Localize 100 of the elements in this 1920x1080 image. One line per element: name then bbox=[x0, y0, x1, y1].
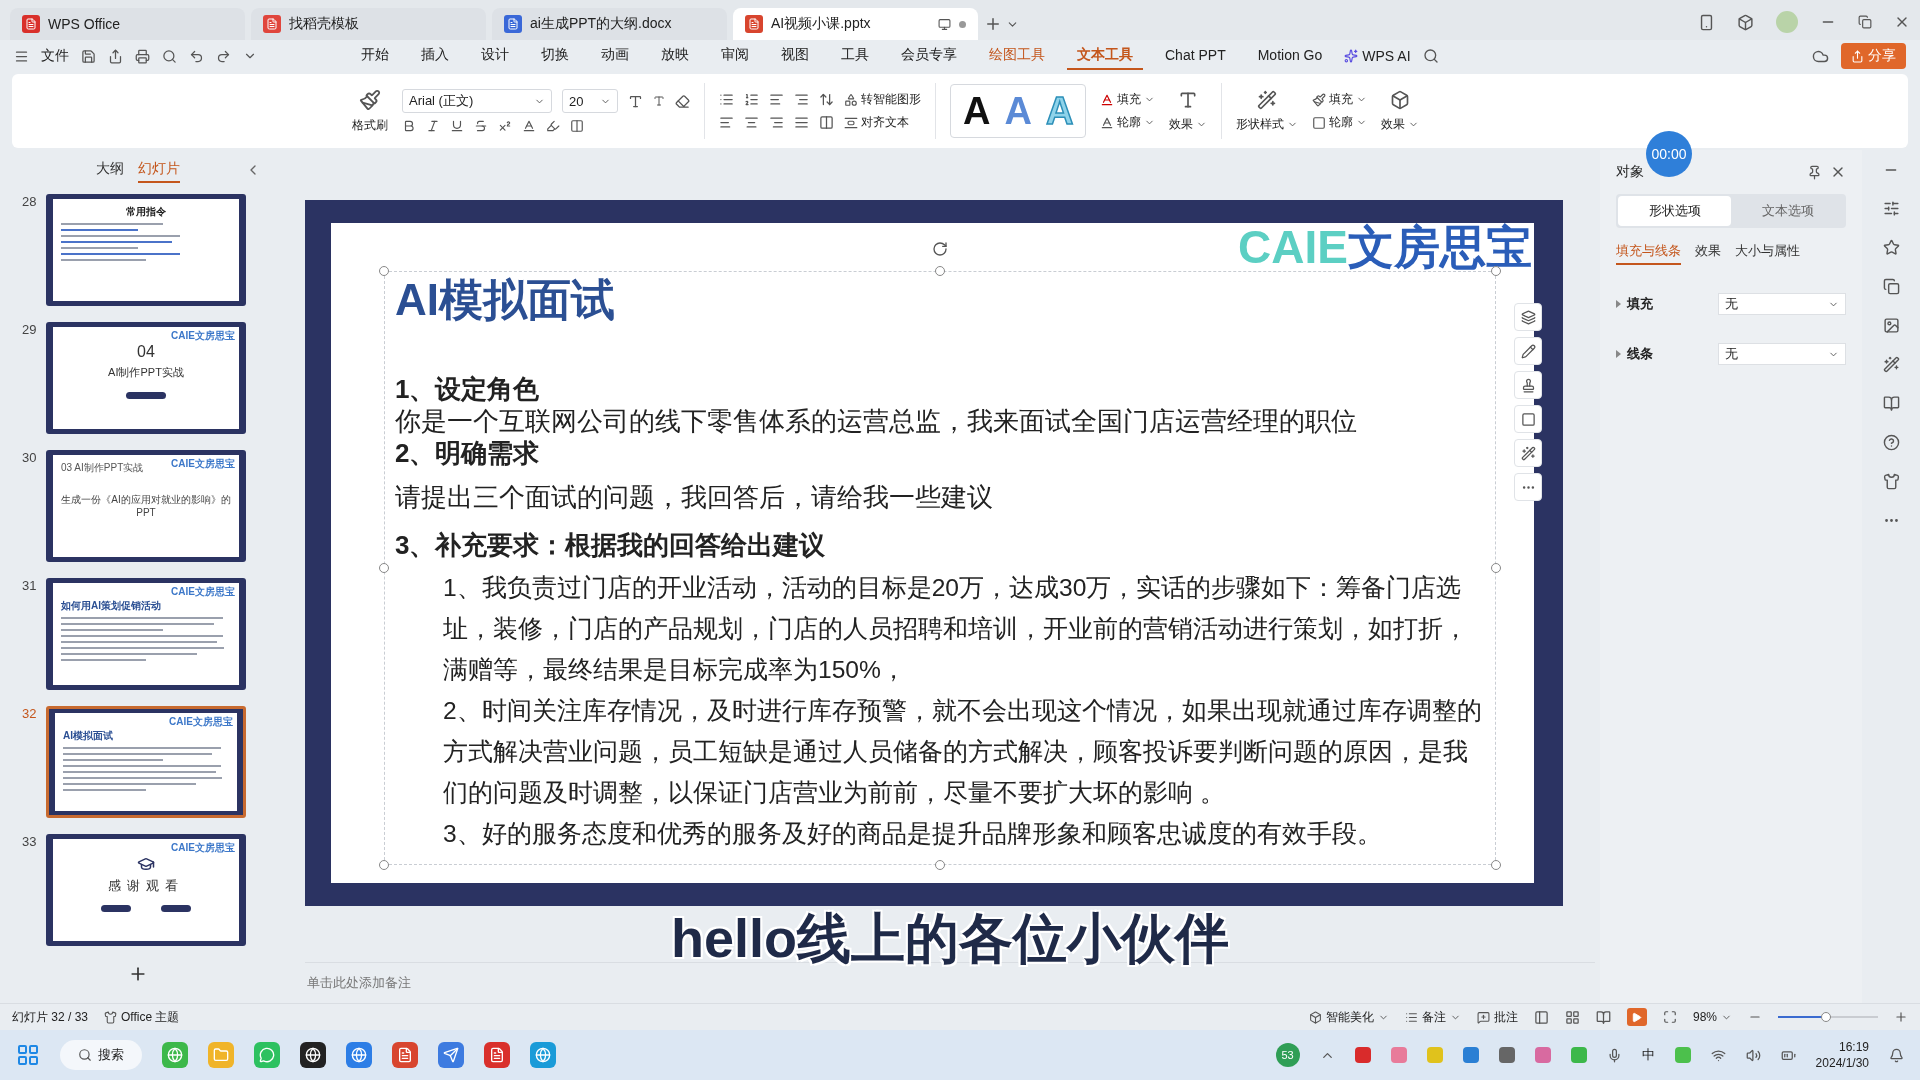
slider-thumb[interactable] bbox=[1821, 1012, 1831, 1022]
ribbon-tab[interactable]: 会员专享 bbox=[891, 42, 967, 70]
resize-handle[interactable] bbox=[1491, 563, 1501, 573]
line-spacing-icon[interactable] bbox=[819, 92, 834, 107]
shape-effect-button[interactable]: 效果 bbox=[1381, 115, 1420, 133]
search-icon[interactable] bbox=[1422, 48, 1439, 64]
text-outline-button[interactable]: 轮廓 bbox=[1100, 114, 1156, 131]
property-tab[interactable]: 大小与属性 bbox=[1735, 242, 1800, 265]
pin-icon[interactable] bbox=[1807, 164, 1822, 180]
text-fill-button[interactable]: 填充 bbox=[1100, 91, 1156, 108]
wifi-icon[interactable] bbox=[1710, 1047, 1726, 1063]
resize-handle[interactable] bbox=[935, 860, 945, 870]
document-tab[interactable]: ai生成PPT的大纲.docx bbox=[492, 8, 727, 40]
font-color-icon[interactable] bbox=[522, 119, 536, 133]
browser-icon[interactable] bbox=[530, 1042, 556, 1068]
ribbon-tab[interactable]: 设计 bbox=[471, 42, 519, 70]
print-preview-icon[interactable] bbox=[162, 48, 177, 64]
columns-icon[interactable] bbox=[819, 115, 834, 130]
box-icon[interactable] bbox=[1737, 13, 1754, 31]
beautify-button[interactable]: 智能美化 bbox=[1308, 1008, 1389, 1026]
size-select[interactable]: 20 bbox=[562, 89, 618, 113]
zoom-slider[interactable] bbox=[1778, 1011, 1878, 1023]
superscript-icon[interactable] bbox=[498, 119, 512, 133]
panel-tab[interactable]: 大纲 bbox=[95, 157, 124, 183]
smart-art-button[interactable]: 转智能图形 bbox=[844, 91, 921, 108]
numbered-list-icon[interactable] bbox=[744, 92, 759, 107]
notes-placeholder[interactable]: 单击此处添加备注 bbox=[307, 974, 411, 992]
play-button[interactable] bbox=[1626, 1008, 1647, 1026]
frame-icon[interactable] bbox=[1514, 405, 1542, 433]
file-menu[interactable]: 文件 bbox=[41, 47, 69, 65]
text-effect-button[interactable]: 效果 bbox=[1169, 115, 1208, 133]
wand-icon[interactable] bbox=[1882, 356, 1900, 373]
slide-thumbnail[interactable]: 03 AI制作PPT实战 生成一份《AI的应用对就业的影响》的PPT CAIE文房思宝 bbox=[46, 450, 246, 562]
print-icon[interactable] bbox=[135, 48, 150, 64]
align-right-icon[interactable] bbox=[794, 92, 809, 107]
document-tab[interactable]: AI视频小课.pptx bbox=[733, 8, 978, 40]
shape-fill-button[interactable]: 填充 bbox=[1312, 91, 1368, 108]
new-tab-icon[interactable] bbox=[984, 15, 1002, 33]
tray-icon[interactable] bbox=[1534, 1047, 1551, 1063]
save-icon[interactable] bbox=[81, 48, 96, 64]
underline-icon[interactable] bbox=[450, 119, 464, 133]
mic-icon[interactable] bbox=[1606, 1047, 1622, 1063]
resize-handle[interactable] bbox=[379, 563, 389, 573]
ribbon-tab[interactable]: 文本工具 bbox=[1067, 42, 1143, 70]
font-select[interactable]: Arial (正文) bbox=[402, 89, 552, 113]
shape-style-button[interactable]: 形状样式 bbox=[1236, 115, 1299, 133]
align-left-icon[interactable] bbox=[769, 92, 784, 107]
italic-icon[interactable] bbox=[426, 119, 440, 133]
redo-icon[interactable] bbox=[216, 48, 231, 64]
office-icon[interactable] bbox=[484, 1042, 510, 1068]
ribbon-tab[interactable]: 切换 bbox=[531, 42, 579, 70]
taskbar-search[interactable]: 搜索 bbox=[60, 1040, 142, 1070]
more-icon[interactable] bbox=[1514, 473, 1542, 501]
comments-button[interactable]: 批注 bbox=[1476, 1008, 1518, 1026]
eraser-icon[interactable] bbox=[675, 93, 690, 109]
justify-icon[interactable] bbox=[794, 115, 809, 130]
ribbon-tab[interactable]: 审阅 bbox=[711, 42, 759, 70]
align-right-icon[interactable] bbox=[769, 115, 784, 130]
slide-thumbnail[interactable]: CAIE文房思宝 如何用AI策划促销活动 bbox=[46, 578, 246, 690]
resize-handle[interactable] bbox=[379, 860, 389, 870]
help-icon[interactable] bbox=[1882, 434, 1900, 451]
image-icon[interactable] bbox=[1882, 317, 1900, 334]
send-icon[interactable] bbox=[438, 1042, 464, 1068]
format-painter-label[interactable]: 格式刷 bbox=[352, 116, 388, 134]
align-left-icon[interactable] bbox=[719, 115, 734, 130]
ribbon-tab[interactable]: 动画 bbox=[591, 42, 639, 70]
highlighter-icon[interactable] bbox=[546, 119, 560, 133]
menu-icon[interactable] bbox=[14, 48, 29, 64]
theme-button[interactable]: Office 主题 bbox=[104, 1008, 180, 1026]
resize-handle[interactable] bbox=[935, 266, 945, 276]
property-tab[interactable]: 填充与线条 bbox=[1616, 242, 1681, 265]
resize-handle[interactable] bbox=[379, 266, 389, 276]
document-tab[interactable]: 找稻壳模板 bbox=[251, 8, 486, 40]
start-icon[interactable] bbox=[16, 1043, 40, 1067]
slide-thumbnail[interactable]: 常用指令 bbox=[46, 194, 246, 306]
document-tab[interactable]: WPS Office bbox=[10, 8, 245, 40]
bold-icon[interactable] bbox=[402, 119, 416, 133]
app-icon[interactable] bbox=[300, 1042, 326, 1068]
expand-icon[interactable] bbox=[1616, 350, 1621, 358]
property-tab[interactable]: 效果 bbox=[1695, 242, 1721, 265]
property-select[interactable]: 无 bbox=[1718, 343, 1846, 365]
shape-outline-button[interactable]: 轮廓 bbox=[1312, 114, 1368, 131]
reading-view-icon[interactable] bbox=[1595, 1009, 1611, 1025]
ribbon-tab[interactable]: 插入 bbox=[411, 42, 459, 70]
export-icon[interactable] bbox=[108, 48, 123, 64]
shape-style-icon[interactable] bbox=[1257, 89, 1278, 110]
zoom-select[interactable]: 98% bbox=[1692, 1010, 1732, 1024]
input-method[interactable]: 中 bbox=[1641, 1046, 1655, 1064]
resize-handle[interactable] bbox=[1491, 266, 1501, 276]
ribbon-tab[interactable]: 放映 bbox=[651, 42, 699, 70]
volume-icon[interactable] bbox=[1745, 1047, 1761, 1063]
bullet-list-icon[interactable] bbox=[719, 92, 734, 107]
rotate-handle-icon[interactable] bbox=[932, 241, 948, 257]
expand-icon[interactable] bbox=[1616, 300, 1621, 308]
normal-view-icon[interactable] bbox=[1533, 1009, 1549, 1025]
book-icon[interactable] bbox=[1882, 395, 1900, 412]
fit-icon[interactable] bbox=[1662, 1010, 1677, 1024]
tray-icon[interactable] bbox=[1462, 1047, 1479, 1063]
phone-icon[interactable] bbox=[1698, 13, 1715, 31]
cube-icon[interactable] bbox=[1390, 89, 1411, 110]
